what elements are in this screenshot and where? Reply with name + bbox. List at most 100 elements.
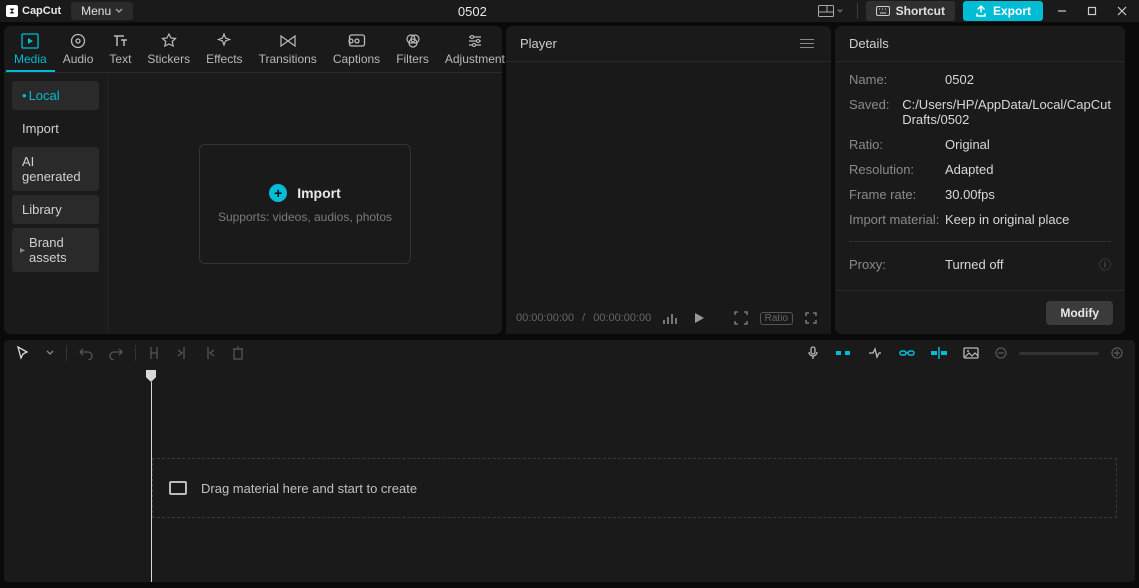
tab-adjustment[interactable]: Adjustment <box>437 26 513 72</box>
tab-transitions[interactable]: Transitions <box>251 26 325 72</box>
linkage-button[interactable] <box>895 345 919 361</box>
time-sep: / <box>582 312 585 324</box>
saved-label: Saved: <box>849 97 902 127</box>
tool-dropdown-button[interactable] <box>42 347 58 359</box>
tab-text[interactable]: Text <box>101 26 139 72</box>
proxy-value: Turned off <box>945 257 1099 272</box>
trim-left-icon <box>176 346 188 360</box>
export-button[interactable]: Export <box>963 1 1043 21</box>
import-dropzone[interactable]: + Import Supports: videos, audios, photo… <box>199 144 411 264</box>
main-track-magnet-button[interactable] <box>831 345 855 361</box>
record-audio-button[interactable] <box>803 344 823 362</box>
proxy-label: Proxy: <box>849 257 945 272</box>
tab-media[interactable]: Media <box>6 26 55 72</box>
transitions-icon <box>279 32 297 50</box>
shortcut-label: Shortcut <box>896 4 945 18</box>
redo-button[interactable] <box>105 344 127 362</box>
info-icon[interactable]: ⓘ <box>1099 256 1111 273</box>
time-total: 00:00:00:00 <box>593 312 651 324</box>
details-body: Name:0502 Saved:C:/Users/HP/AppData/Loca… <box>835 62 1125 290</box>
delete-right-button[interactable] <box>200 344 220 362</box>
preview-quality-button[interactable] <box>659 310 681 326</box>
ratio-value: Original <box>945 137 1111 152</box>
saved-value: C:/Users/HP/AppData/Local/CapCut Drafts/… <box>902 97 1111 127</box>
maximize-button[interactable] <box>1081 0 1103 22</box>
tab-label: Captions <box>333 52 380 66</box>
export-label: Export <box>993 4 1031 18</box>
preview-axis-button[interactable] <box>927 345 951 361</box>
cover-button[interactable] <box>959 345 983 361</box>
material-value: Keep in original place <box>945 212 1111 227</box>
tab-label: Adjustment <box>445 52 505 66</box>
chevron-down-icon <box>46 349 54 357</box>
ratio-button[interactable]: Ratio <box>760 312 793 325</box>
app-logo: CapCut <box>6 5 61 17</box>
timeline-dropzone[interactable]: Drag material here and start to create <box>152 458 1117 518</box>
tab-effects[interactable]: Effects <box>198 26 250 72</box>
delete-left-button[interactable] <box>172 344 192 362</box>
keyboard-icon <box>876 6 890 16</box>
drop-hint: Drag material here and start to create <box>201 481 417 496</box>
mic-icon <box>807 346 819 360</box>
sidebar-item-ai[interactable]: AI generated <box>12 147 99 191</box>
sidebar-label: Import <box>22 121 59 136</box>
media-panel: Media Audio Text Stickers Effects Transi… <box>4 26 502 334</box>
modify-button[interactable]: Modify <box>1046 301 1113 325</box>
sidebar-item-import[interactable]: Import <box>12 114 99 143</box>
player-viewport[interactable]: 00:00:00:00 / 00:00:00:00 Ratio <box>506 62 831 334</box>
close-icon <box>1117 6 1127 16</box>
tab-label: Text <box>109 52 131 66</box>
import-label: Import <box>297 185 341 201</box>
selection-tool-button[interactable] <box>12 344 34 362</box>
scale-button[interactable] <box>730 309 752 327</box>
fullscreen-button[interactable] <box>801 310 821 326</box>
sidebar-label: Library <box>22 202 62 217</box>
auto-snap-button[interactable] <box>863 345 887 361</box>
frame-icon <box>734 311 748 325</box>
zoom-in-button[interactable] <box>1107 345 1127 361</box>
tab-label: Filters <box>396 52 429 66</box>
capcut-icon <box>6 5 18 17</box>
import-row: + Import <box>269 184 341 202</box>
ratio-label: Ratio: <box>849 137 945 152</box>
menu-button[interactable]: Menu <box>71 2 133 20</box>
split-button[interactable] <box>144 344 164 362</box>
zoom-out-button[interactable] <box>991 345 1011 361</box>
close-button[interactable] <box>1111 0 1133 22</box>
sidebar-item-brand[interactable]: ▸Brand assets <box>12 228 99 272</box>
player-menu-button[interactable] <box>797 39 817 48</box>
details-title: Details <box>849 36 889 51</box>
play-button[interactable] <box>689 310 709 326</box>
tab-stickers[interactable]: Stickers <box>139 26 198 72</box>
layout-button[interactable] <box>812 2 849 20</box>
sidebar-item-library[interactable]: Library <box>12 195 99 224</box>
tab-label: Audio <box>63 52 94 66</box>
tab-captions[interactable]: Captions <box>325 26 388 72</box>
zoom-in-icon <box>1111 347 1123 359</box>
undo-button[interactable] <box>75 344 97 362</box>
player-title: Player <box>520 36 557 51</box>
tab-label: Transitions <box>259 52 317 66</box>
media-icon <box>21 32 39 50</box>
titlebar: CapCut Menu 0502 Shortcut Export <box>0 0 1139 22</box>
delete-button[interactable] <box>228 344 248 362</box>
minimize-button[interactable] <box>1051 0 1073 22</box>
link-icon <box>899 347 915 359</box>
layout-icon <box>818 5 834 17</box>
divider <box>135 345 136 361</box>
tab-label: Effects <box>206 52 242 66</box>
split-icon <box>148 346 160 360</box>
text-icon <box>111 32 129 50</box>
player-controls: 00:00:00:00 / 00:00:00:00 Ratio <box>506 302 831 334</box>
shortcut-button[interactable]: Shortcut <box>866 1 955 21</box>
sidebar-item-local[interactable]: Local <box>12 81 99 110</box>
playhead-handle[interactable] <box>146 370 156 382</box>
chevron-right-icon: ▸ <box>20 245 25 256</box>
plus-icon: + <box>269 184 287 202</box>
cursor-icon <box>16 346 30 360</box>
zoom-slider[interactable] <box>1019 352 1099 355</box>
tab-audio[interactable]: Audio <box>55 26 102 72</box>
timeline[interactable]: Drag material here and start to create <box>4 366 1135 582</box>
tab-filters[interactable]: Filters <box>388 26 437 72</box>
magnet-icon <box>835 347 851 359</box>
